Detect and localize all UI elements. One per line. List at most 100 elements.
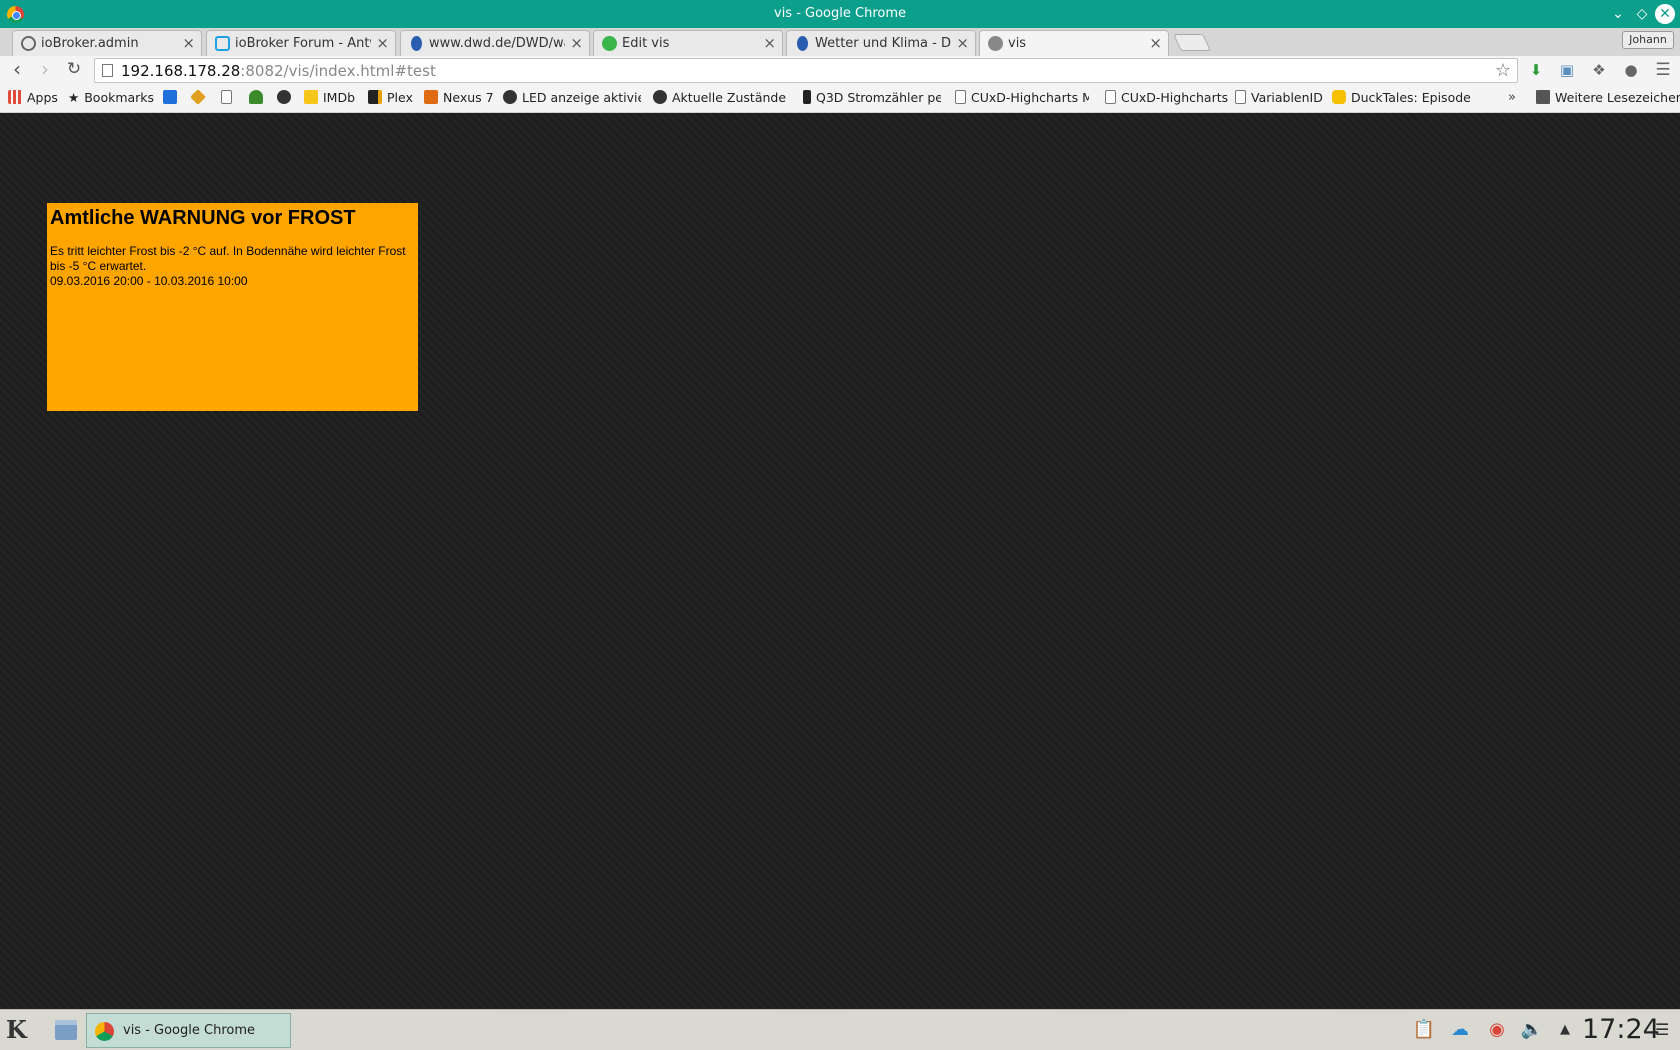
kde-launcher-icon[interactable]: K [6,1015,27,1044]
taskbar-chrome-window[interactable]: vis - Google Chrome [86,1013,291,1048]
bookmark-imdb[interactable]: IMDb [304,90,355,108]
tab-edit-vis[interactable]: Edit vis × [593,30,783,56]
bookmark-label: Weitere Lesezeichen [1555,90,1680,105]
tab-label: Edit vis [622,36,670,51]
bookmark-label: Bookmarks [84,90,155,105]
bookmark-cuxd-highcharts[interactable]: CUxD-Highcharts [1105,90,1228,108]
bookmark-page[interactable] [221,90,237,108]
xda-icon [424,90,438,104]
imdb-icon [304,90,318,104]
star-icon: ★ [68,90,80,105]
bookmark-cuxd-highcharts-mo[interactable]: CUxD-Highcharts Mo [955,90,1089,108]
dsm-icon [163,90,177,104]
page-icon [1105,90,1116,104]
tab-wetter-klima[interactable]: Wetter und Klima - Deut × [786,30,976,56]
tray-expand-icon[interactable]: ▲ [1553,1022,1577,1037]
volume-icon[interactable]: 🔈 [1520,1019,1544,1040]
frost-warning-widget: Amtliche WARNUNG vor FROST Es tritt leic… [47,203,418,411]
tab-dwd-warn[interactable]: www.dwd.de/DWD/warn × [400,30,590,56]
page-info-icon[interactable] [102,64,113,77]
cloud-sync-icon[interactable]: ☁ [1448,1019,1472,1040]
bookmark-aktuelle-zustaende[interactable]: Aktuelle Zustände in [653,90,789,108]
tab-close-icon[interactable]: × [376,34,389,52]
tab-iobroker-forum[interactable]: ioBroker Forum - Antwor × [206,30,396,56]
plus-circle-icon [503,90,517,104]
bookmark-q3d-stromzaehler[interactable]: Q3D Stromzähler pe [803,90,941,108]
bookmark-plex[interactable]: Plex [368,90,413,108]
warning-description: Es tritt leichter Frost bis -2 °C auf. I… [50,244,406,273]
tab-close-icon[interactable]: × [956,34,969,52]
bookmark-star-icon[interactable]: ☆ [1495,60,1511,81]
profile-button[interactable]: Johann [1622,31,1674,49]
bookmark-label: Plex [387,90,413,105]
tab-close-icon[interactable]: × [570,34,583,52]
vis-edit-icon [602,36,617,51]
reload-icon[interactable]: ↻ [62,59,86,81]
bookmark-dsm[interactable] [163,90,182,108]
q3d-icon [803,90,811,104]
download-extension-icon[interactable]: ⬇ [1525,60,1547,80]
bookmark-label: Q3D Stromzähler pe [816,90,941,105]
bookmark-plant[interactable] [249,90,268,108]
screenshot-extension-icon[interactable]: ▣ [1556,60,1578,80]
address-url[interactable]: 192.168.178.28:8082/vis/index.html#test [121,62,436,80]
bookmark-diamond[interactable] [191,90,210,108]
bookmark-led-anzeige[interactable]: LED anzeige aktivier [503,90,641,108]
diamond-icon [191,90,206,105]
bookmark-label: DuckTales: Episoden [1351,90,1470,105]
ducktales-icon [1332,90,1346,104]
clock[interactable]: 17:24 [1582,1014,1660,1045]
panel-menu-icon[interactable]: ☰ [1655,1020,1669,1039]
plus-circle-icon [277,90,291,104]
dwd-icon [797,36,808,51]
clipboard-icon[interactable]: 📋 [1412,1019,1436,1040]
url-host: 192.168.178.28 [121,62,241,80]
plex-icon [368,90,382,104]
bookmark-weitere-lesezeichen[interactable]: Weitere Lesezeichen [1536,90,1680,108]
dwd-icon [411,36,422,51]
chrome-menu-icon[interactable]: ☰ [1652,60,1674,80]
bookmark-ducktales[interactable]: DuckTales: Episoden [1332,90,1470,108]
chat-extension-icon[interactable]: ● [1620,60,1642,80]
bookmark-label: IMDb [323,90,356,105]
back-arrow-icon[interactable]: ‹ [5,59,29,81]
task-label: vis - Google Chrome [123,1023,255,1038]
tab-label: www.dwd.de/DWD/warn [429,36,565,51]
bookmark-label: LED anzeige aktivier [522,90,641,105]
minimize-button[interactable]: ⌄ [1608,4,1628,24]
warning-title: Amtliche WARNUNG vor FROST [50,207,356,229]
chrome-icon [95,1022,114,1041]
window-title: vis - Google Chrome [774,6,906,21]
bookmark-label: Aktuelle Zustände in [672,90,789,105]
iobroker-icon [215,36,230,51]
dropbox-extension-icon[interactable]: ❖ [1588,60,1610,80]
maximize-button[interactable]: ◇ [1632,4,1652,24]
page-icon [955,90,966,104]
page-icon [221,90,232,104]
bookmarks-bar: Apps ★ Bookmarks IMDb Plex Nexus 7 LED an… [0,85,1680,113]
tab-close-icon[interactable]: × [1149,34,1162,52]
file-manager-icon[interactable] [55,1020,77,1040]
forward-arrow-icon[interactable]: › [33,59,57,81]
bookmark-apps[interactable]: Apps [8,90,58,108]
chrome-tray-icon[interactable]: ◉ [1485,1019,1509,1040]
tab-label: vis [1008,36,1027,51]
plus-circle-icon [653,90,667,104]
tab-iobroker-admin[interactable]: ioBroker.admin × [12,30,202,56]
browser-toolbar: ‹ › ↻ 192.168.178.28:8082/vis/index.html… [0,56,1680,85]
bookmarks-overflow-chevron-icon[interactable]: » [1508,90,1516,105]
bookmark-variablenid[interactable]: VariablenID [1235,90,1323,108]
tab-vis[interactable]: vis × [979,30,1169,56]
window-titlebar: vis - Google Chrome ⌄ ◇ ✕ [0,0,1680,28]
close-window-button[interactable]: ✕ [1655,4,1675,24]
address-bar[interactable]: 192.168.178.28:8082/vis/index.html#test … [94,58,1518,83]
bookmark-label: Apps [27,90,58,105]
page-icon [1235,90,1246,104]
tab-close-icon[interactable]: × [763,34,776,52]
bookmark-bookmarks[interactable]: ★ Bookmarks [68,90,154,108]
tab-close-icon[interactable]: × [182,34,195,52]
warning-period: 09.03.2016 20:00 - 10.03.2016 10:00 [50,274,248,288]
url-path: :8082/vis/index.html#test [240,62,436,80]
bookmark-nexus7[interactable]: Nexus 7 [424,90,494,108]
bookmark-plus[interactable] [277,90,296,108]
